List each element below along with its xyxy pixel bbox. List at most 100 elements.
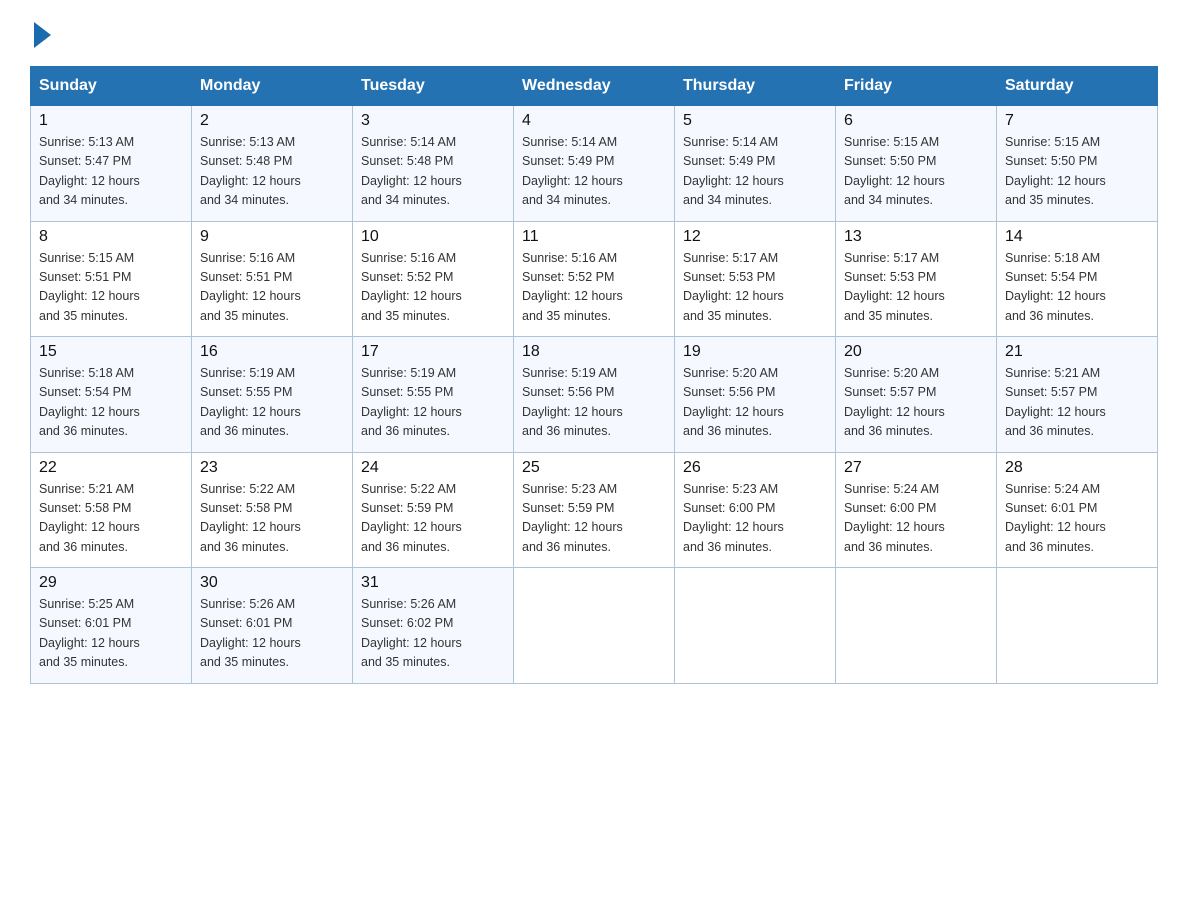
calendar-cell: 26 Sunrise: 5:23 AMSunset: 6:00 PMDaylig… [675, 452, 836, 568]
calendar-cell: 21 Sunrise: 5:21 AMSunset: 5:57 PMDaylig… [997, 337, 1158, 453]
calendar-cell: 4 Sunrise: 5:14 AMSunset: 5:49 PMDayligh… [514, 106, 675, 222]
calendar-cell: 16 Sunrise: 5:19 AMSunset: 5:55 PMDaylig… [192, 337, 353, 453]
sun-info: Sunrise: 5:24 AMSunset: 6:00 PMDaylight:… [844, 482, 945, 554]
calendar-cell: 18 Sunrise: 5:19 AMSunset: 5:56 PMDaylig… [514, 337, 675, 453]
sun-info: Sunrise: 5:13 AMSunset: 5:47 PMDaylight:… [39, 135, 140, 207]
day-number: 23 [200, 459, 344, 477]
day-number: 19 [683, 343, 827, 361]
sun-info: Sunrise: 5:16 AMSunset: 5:51 PMDaylight:… [200, 251, 301, 323]
calendar-table: SundayMondayTuesdayWednesdayThursdayFrid… [30, 66, 1158, 684]
week-row-3: 15 Sunrise: 5:18 AMSunset: 5:54 PMDaylig… [31, 337, 1158, 453]
calendar-cell: 11 Sunrise: 5:16 AMSunset: 5:52 PMDaylig… [514, 221, 675, 337]
sun-info: Sunrise: 5:21 AMSunset: 5:58 PMDaylight:… [39, 482, 140, 554]
sun-info: Sunrise: 5:19 AMSunset: 5:56 PMDaylight:… [522, 366, 623, 438]
sun-info: Sunrise: 5:15 AMSunset: 5:51 PMDaylight:… [39, 251, 140, 323]
week-row-1: 1 Sunrise: 5:13 AMSunset: 5:47 PMDayligh… [31, 106, 1158, 222]
calendar-cell: 13 Sunrise: 5:17 AMSunset: 5:53 PMDaylig… [836, 221, 997, 337]
week-row-5: 29 Sunrise: 5:25 AMSunset: 6:01 PMDaylig… [31, 568, 1158, 684]
day-number: 9 [200, 228, 344, 246]
sun-info: Sunrise: 5:17 AMSunset: 5:53 PMDaylight:… [683, 251, 784, 323]
calendar-cell: 6 Sunrise: 5:15 AMSunset: 5:50 PMDayligh… [836, 106, 997, 222]
sun-info: Sunrise: 5:19 AMSunset: 5:55 PMDaylight:… [200, 366, 301, 438]
day-number: 31 [361, 574, 505, 592]
sun-info: Sunrise: 5:26 AMSunset: 6:02 PMDaylight:… [361, 597, 462, 669]
header-sunday: Sunday [31, 67, 192, 106]
sun-info: Sunrise: 5:13 AMSunset: 5:48 PMDaylight:… [200, 135, 301, 207]
day-number: 16 [200, 343, 344, 361]
calendar-cell: 22 Sunrise: 5:21 AMSunset: 5:58 PMDaylig… [31, 452, 192, 568]
day-number: 20 [844, 343, 988, 361]
week-row-2: 8 Sunrise: 5:15 AMSunset: 5:51 PMDayligh… [31, 221, 1158, 337]
calendar-cell [836, 568, 997, 684]
day-number: 3 [361, 112, 505, 130]
day-number: 6 [844, 112, 988, 130]
calendar-cell: 25 Sunrise: 5:23 AMSunset: 5:59 PMDaylig… [514, 452, 675, 568]
calendar-cell: 2 Sunrise: 5:13 AMSunset: 5:48 PMDayligh… [192, 106, 353, 222]
header-monday: Monday [192, 67, 353, 106]
calendar-cell: 12 Sunrise: 5:17 AMSunset: 5:53 PMDaylig… [675, 221, 836, 337]
day-number: 5 [683, 112, 827, 130]
sun-info: Sunrise: 5:14 AMSunset: 5:49 PMDaylight:… [522, 135, 623, 207]
calendar-cell [514, 568, 675, 684]
header-saturday: Saturday [997, 67, 1158, 106]
calendar-cell: 20 Sunrise: 5:20 AMSunset: 5:57 PMDaylig… [836, 337, 997, 453]
sun-info: Sunrise: 5:22 AMSunset: 5:59 PMDaylight:… [361, 482, 462, 554]
day-number: 25 [522, 459, 666, 477]
calendar-cell: 29 Sunrise: 5:25 AMSunset: 6:01 PMDaylig… [31, 568, 192, 684]
sun-info: Sunrise: 5:20 AMSunset: 5:56 PMDaylight:… [683, 366, 784, 438]
page-header [30, 20, 1158, 48]
sun-info: Sunrise: 5:24 AMSunset: 6:01 PMDaylight:… [1005, 482, 1106, 554]
calendar-cell: 28 Sunrise: 5:24 AMSunset: 6:01 PMDaylig… [997, 452, 1158, 568]
calendar-cell: 8 Sunrise: 5:15 AMSunset: 5:51 PMDayligh… [31, 221, 192, 337]
week-row-4: 22 Sunrise: 5:21 AMSunset: 5:58 PMDaylig… [31, 452, 1158, 568]
day-number: 29 [39, 574, 183, 592]
calendar-cell: 27 Sunrise: 5:24 AMSunset: 6:00 PMDaylig… [836, 452, 997, 568]
header-thursday: Thursday [675, 67, 836, 106]
calendar-cell: 31 Sunrise: 5:26 AMSunset: 6:02 PMDaylig… [353, 568, 514, 684]
day-number: 10 [361, 228, 505, 246]
day-number: 15 [39, 343, 183, 361]
sun-info: Sunrise: 5:17 AMSunset: 5:53 PMDaylight:… [844, 251, 945, 323]
sun-info: Sunrise: 5:18 AMSunset: 5:54 PMDaylight:… [1005, 251, 1106, 323]
logo [30, 20, 51, 48]
sun-info: Sunrise: 5:19 AMSunset: 5:55 PMDaylight:… [361, 366, 462, 438]
header-wednesday: Wednesday [514, 67, 675, 106]
day-number: 21 [1005, 343, 1149, 361]
calendar-cell: 9 Sunrise: 5:16 AMSunset: 5:51 PMDayligh… [192, 221, 353, 337]
sun-info: Sunrise: 5:15 AMSunset: 5:50 PMDaylight:… [1005, 135, 1106, 207]
header-tuesday: Tuesday [353, 67, 514, 106]
sun-info: Sunrise: 5:16 AMSunset: 5:52 PMDaylight:… [522, 251, 623, 323]
sun-info: Sunrise: 5:20 AMSunset: 5:57 PMDaylight:… [844, 366, 945, 438]
sun-info: Sunrise: 5:23 AMSunset: 6:00 PMDaylight:… [683, 482, 784, 554]
day-number: 22 [39, 459, 183, 477]
calendar-cell: 30 Sunrise: 5:26 AMSunset: 6:01 PMDaylig… [192, 568, 353, 684]
day-number: 14 [1005, 228, 1149, 246]
calendar-cell: 23 Sunrise: 5:22 AMSunset: 5:58 PMDaylig… [192, 452, 353, 568]
day-number: 1 [39, 112, 183, 130]
sun-info: Sunrise: 5:18 AMSunset: 5:54 PMDaylight:… [39, 366, 140, 438]
sun-info: Sunrise: 5:25 AMSunset: 6:01 PMDaylight:… [39, 597, 140, 669]
sun-info: Sunrise: 5:15 AMSunset: 5:50 PMDaylight:… [844, 135, 945, 207]
calendar-cell: 19 Sunrise: 5:20 AMSunset: 5:56 PMDaylig… [675, 337, 836, 453]
calendar-cell: 15 Sunrise: 5:18 AMSunset: 5:54 PMDaylig… [31, 337, 192, 453]
calendar-header-row: SundayMondayTuesdayWednesdayThursdayFrid… [31, 67, 1158, 106]
day-number: 8 [39, 228, 183, 246]
day-number: 4 [522, 112, 666, 130]
calendar-cell [675, 568, 836, 684]
day-number: 24 [361, 459, 505, 477]
calendar-cell: 7 Sunrise: 5:15 AMSunset: 5:50 PMDayligh… [997, 106, 1158, 222]
logo-triangle-icon [34, 22, 51, 48]
sun-info: Sunrise: 5:26 AMSunset: 6:01 PMDaylight:… [200, 597, 301, 669]
calendar-cell: 3 Sunrise: 5:14 AMSunset: 5:48 PMDayligh… [353, 106, 514, 222]
day-number: 26 [683, 459, 827, 477]
calendar-cell: 14 Sunrise: 5:18 AMSunset: 5:54 PMDaylig… [997, 221, 1158, 337]
day-number: 12 [683, 228, 827, 246]
day-number: 28 [1005, 459, 1149, 477]
sun-info: Sunrise: 5:23 AMSunset: 5:59 PMDaylight:… [522, 482, 623, 554]
sun-info: Sunrise: 5:14 AMSunset: 5:49 PMDaylight:… [683, 135, 784, 207]
day-number: 18 [522, 343, 666, 361]
calendar-cell [997, 568, 1158, 684]
day-number: 17 [361, 343, 505, 361]
calendar-cell: 5 Sunrise: 5:14 AMSunset: 5:49 PMDayligh… [675, 106, 836, 222]
calendar-cell: 17 Sunrise: 5:19 AMSunset: 5:55 PMDaylig… [353, 337, 514, 453]
